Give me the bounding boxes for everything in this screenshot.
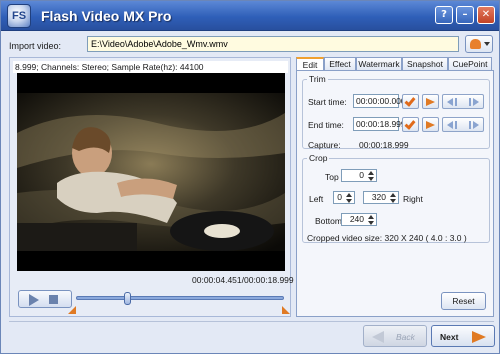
crop-bottom-value: 240 [349, 214, 364, 224]
tab-bar: Edit Effect Watermark Snapshot CuePoint [296, 57, 494, 72]
import-video-label: Import video: [9, 41, 62, 51]
step-forward-icon [473, 121, 479, 129]
stepper-arrows-icon[interactable] [389, 193, 397, 203]
trim-start-marker-icon[interactable] [68, 306, 76, 314]
app-window: FS Flash Video MX Pro ? – ✕ Import video… [0, 0, 500, 354]
media-info-text: 8.999; Channels: Stereo; Sample Rate(hz)… [13, 61, 288, 73]
capture-label: Capture: [308, 140, 341, 150]
trim-end-marker-icon[interactable] [282, 306, 290, 314]
browse-button[interactable] [465, 35, 493, 53]
crop-group: Crop Top 0 Left 0 320 Right Bottom 240 C… [302, 153, 490, 243]
stepper-arrows-icon[interactable] [367, 215, 375, 225]
tab-effect[interactable]: Effect [324, 57, 356, 71]
crop-top-label: Top [325, 172, 339, 182]
step-back-icon [447, 98, 453, 106]
app-logo-icon: FS [7, 4, 31, 28]
import-video-path-field[interactable]: E:\Video\Adobe\Adobe_Wmv.wmv [87, 36, 459, 52]
crop-bottom-label: Bottom [315, 216, 342, 226]
edit-tab-panel: Trim Start time: 00:00:00.000 End time: … [296, 70, 494, 317]
close-button[interactable]: ✕ [477, 6, 495, 24]
start-frame-step-button[interactable] [442, 94, 484, 109]
checkmark-icon [404, 95, 416, 107]
folder-icon [470, 39, 481, 49]
minimize-button[interactable]: – [456, 6, 474, 24]
tab-cuepoint[interactable]: CuePoint [448, 57, 492, 71]
crop-left-label: Left [309, 194, 324, 204]
crop-group-title: Crop [309, 153, 328, 163]
frame-bar-icon [455, 98, 457, 106]
checkmark-icon [404, 118, 416, 130]
arrow-right-icon [472, 331, 486, 343]
crop-top-stepper[interactable]: 0 [341, 169, 377, 182]
end-time-label: End time: [308, 120, 344, 130]
set-end-button[interactable] [402, 117, 419, 132]
next-button-label: Next [440, 332, 459, 342]
crop-left-value: 0 [337, 192, 342, 202]
arrow-right-icon [426, 98, 435, 106]
trim-group-title: Trim [309, 74, 326, 84]
window-title: Flash Video MX Pro [41, 8, 172, 24]
timeline-thumb[interactable] [124, 292, 131, 305]
goto-start-button[interactable] [422, 94, 439, 109]
stepper-arrows-icon[interactable] [367, 171, 375, 181]
crop-right-value: 320 [371, 192, 386, 202]
crop-bottom-stepper[interactable]: 240 [341, 213, 377, 226]
trim-group: Trim Start time: 00:00:00.000 End time: … [302, 74, 490, 150]
video-preview [17, 73, 285, 271]
tab-watermark[interactable]: Watermark [356, 57, 402, 71]
back-button[interactable]: Back [363, 325, 427, 347]
help-button[interactable]: ? [435, 6, 453, 24]
video-frame-image [17, 73, 285, 271]
title-bar[interactable]: FS Flash Video MX Pro ? – ✕ [1, 1, 499, 31]
frame-bar-icon [469, 98, 471, 106]
capture-value: 00:00:18.999 [359, 140, 409, 150]
goto-end-button[interactable] [422, 117, 439, 132]
start-time-field[interactable]: 00:00:00.000 [353, 94, 406, 108]
preview-panel: 8.999; Channels: Stereo; Sample Rate(hz)… [9, 57, 294, 317]
next-button[interactable]: Next [431, 325, 495, 347]
play-icon[interactable] [29, 294, 39, 306]
tab-snapshot[interactable]: Snapshot [402, 57, 448, 71]
start-time-label: Start time: [308, 97, 347, 107]
step-forward-icon [473, 98, 479, 106]
crop-right-stepper[interactable]: 320 [363, 191, 399, 204]
cropped-size-text: Cropped video size: 320 X 240 ( 4.0 : 3.… [307, 233, 467, 243]
chevron-down-icon [484, 42, 490, 46]
end-frame-step-button[interactable] [442, 117, 484, 132]
frame-bar-icon [455, 121, 457, 129]
arrow-right-icon [426, 121, 435, 129]
playback-controls [18, 290, 72, 308]
reset-button[interactable]: Reset [441, 292, 486, 310]
crop-left-stepper[interactable]: 0 [333, 191, 355, 204]
crop-top-value: 0 [359, 170, 364, 180]
stop-icon[interactable] [49, 295, 58, 304]
end-time-field[interactable]: 00:00:18.999 [353, 117, 406, 131]
arrow-left-icon [372, 331, 384, 343]
time-readout: 00:00:04.451/00:00:18.999 [192, 275, 294, 285]
back-button-label: Back [396, 332, 415, 342]
timeline-slider[interactable] [76, 292, 284, 305]
stepper-arrows-icon[interactable] [345, 193, 353, 203]
footer-divider [9, 321, 494, 322]
crop-right-label: Right [403, 194, 423, 204]
step-back-icon [447, 121, 453, 129]
frame-bar-icon [469, 121, 471, 129]
set-start-button[interactable] [402, 94, 419, 109]
